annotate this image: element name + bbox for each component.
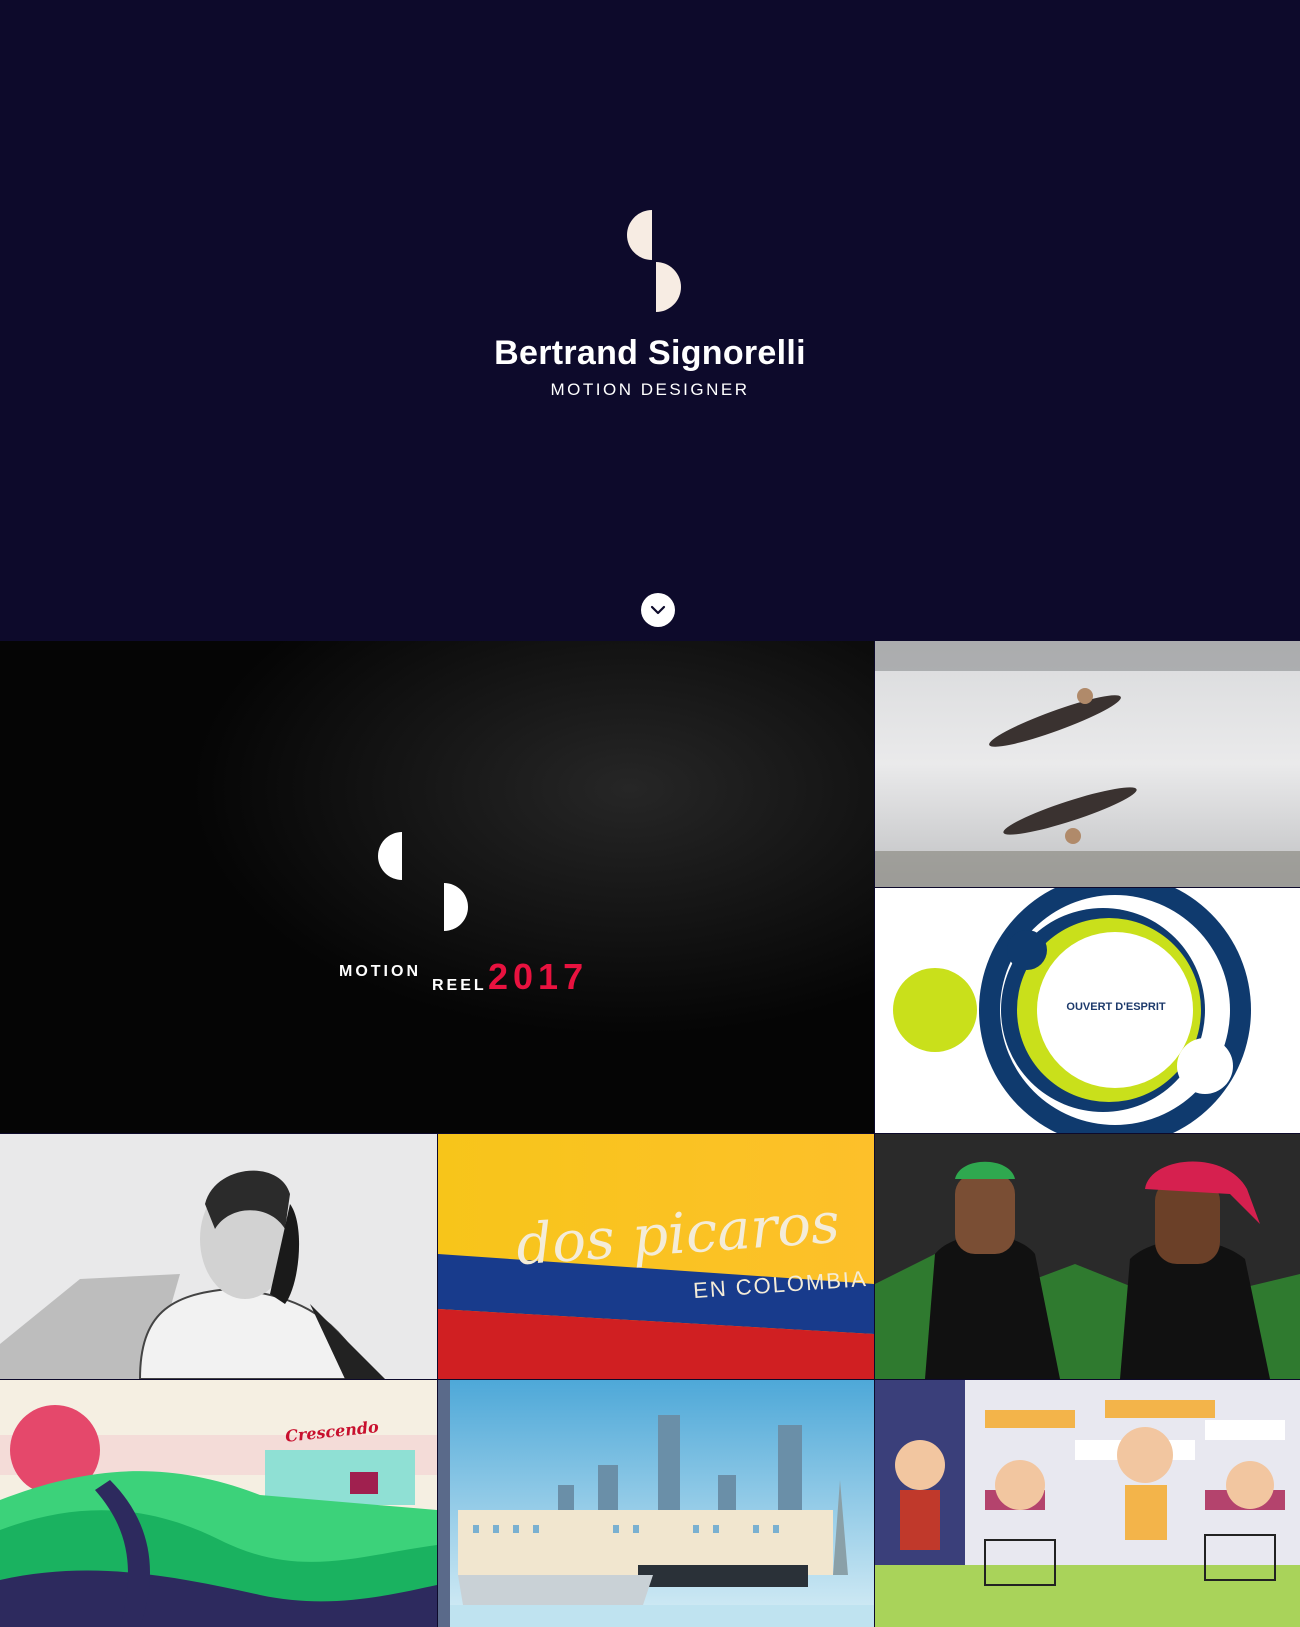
chevron-down-icon	[650, 605, 666, 615]
bs-monogram-logo	[627, 210, 681, 312]
dancer-thumbnail	[875, 641, 1300, 887]
people-thumbnail	[875, 1134, 1300, 1379]
project-tile-ouvert-desprit[interactable]: OUVERT D'ESPRIT	[875, 888, 1300, 1133]
site-subtitle: MOTION DESIGNER	[550, 380, 750, 399]
reel-year-text: 2017	[488, 956, 589, 997]
circles-label: OUVERT D'ESPRIT	[1066, 1001, 1166, 1013]
project-tile-crescendo[interactable]: Crescendo	[0, 1380, 437, 1627]
project-tile-motion-reel[interactable]: MOTION REEL 2017	[0, 641, 874, 1133]
project-tile-portrait[interactable]	[0, 1134, 437, 1379]
project-tile-dancer[interactable]	[875, 641, 1300, 887]
project-tile-city[interactable]	[438, 1380, 874, 1627]
portrait-thumbnail	[0, 1134, 437, 1379]
scroll-down-button[interactable]	[641, 593, 675, 627]
project-tile-market[interactable]	[875, 1380, 1300, 1627]
reel-reel-text: REEL	[432, 977, 487, 994]
reel-thumbnail	[0, 641, 874, 1133]
city-thumbnail	[438, 1380, 874, 1627]
site-title: Bertrand Signorelli	[494, 334, 806, 372]
project-tile-dos-picaros[interactable]: dos picaros EN COLOMBIA	[438, 1134, 874, 1379]
market-thumbnail	[875, 1380, 1300, 1627]
project-tile-people[interactable]	[875, 1134, 1300, 1379]
hero-section: Bertrand Signorelli MOTION DESIGNER	[0, 0, 1300, 641]
reel-motion-text: MOTION	[339, 963, 421, 980]
